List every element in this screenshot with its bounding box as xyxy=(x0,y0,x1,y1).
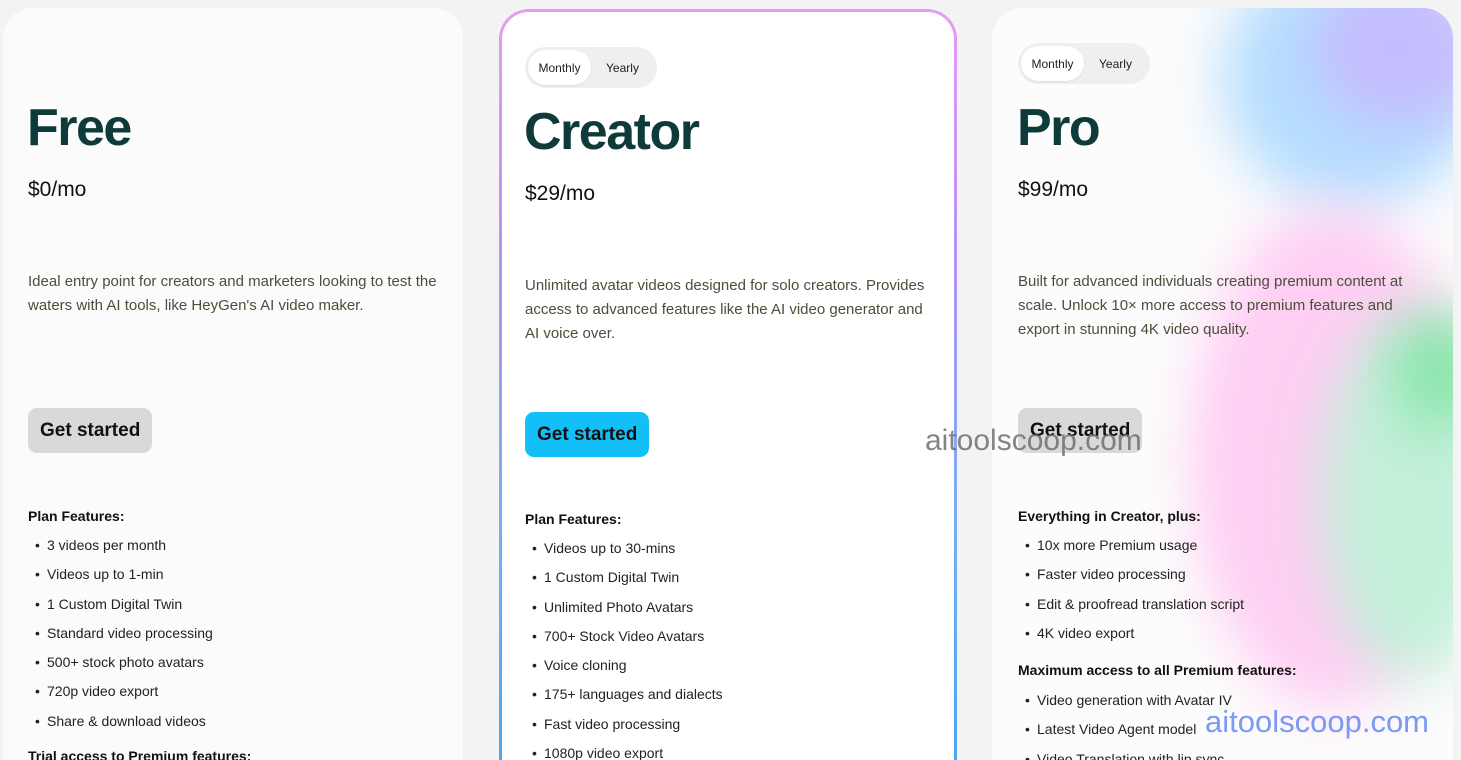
bullet-icon: • xyxy=(1025,692,1030,708)
billing-toggle: Monthly Yearly xyxy=(1018,43,1150,84)
list-item: • 10x more Premium usage xyxy=(1018,537,1244,566)
list-item: • Video Translation with lip sync xyxy=(1018,751,1232,760)
bullet-icon: • xyxy=(1025,537,1030,553)
feature-list: • Videos up to 30-mins • 1 Custom Digital … xyxy=(525,540,723,760)
list-item: • 1080p video export xyxy=(525,745,723,760)
plan-price: $99/mo xyxy=(1018,178,1089,201)
bullet-icon: • xyxy=(532,745,537,760)
bullet-icon: • xyxy=(1025,595,1030,612)
plan-title: Free xyxy=(27,99,132,157)
bullet-icon: • xyxy=(35,566,40,583)
bullet-icon: • xyxy=(532,569,537,586)
list-item: • Faster video processing xyxy=(1018,566,1244,595)
bullet-icon: • xyxy=(1025,624,1030,641)
list-item: • Standard video processing xyxy=(28,625,213,654)
features-heading: Plan Features: xyxy=(525,511,622,527)
bullet-icon: • xyxy=(532,540,537,556)
bullet-icon: • xyxy=(1025,566,1030,583)
toggle-yearly[interactable]: Yearly xyxy=(591,50,654,85)
list-item: • Latest Video Agent model xyxy=(1018,721,1232,750)
get-started-button[interactable]: Get started xyxy=(28,408,153,453)
list-item: • Edit & proofread translation script xyxy=(1018,596,1244,625)
bullet-icon: • xyxy=(35,595,40,612)
list-item: • 4K video export xyxy=(1018,625,1244,654)
get-started-button[interactable]: Get started xyxy=(525,412,650,457)
list-item: • 720p video export xyxy=(28,683,213,712)
list-item: • Fast video processing xyxy=(525,716,723,745)
features-heading: Everything in Creator, plus: xyxy=(1018,508,1201,524)
list-item: • 700+ Stock Video Avatars xyxy=(525,628,723,657)
bullet-icon: • xyxy=(35,537,40,553)
plan-description: Ideal entry point for creators and marke… xyxy=(28,273,437,314)
bullet-icon: • xyxy=(35,712,40,729)
premium-feature-list: • Video generation with Avatar IV • Latest… xyxy=(1018,692,1232,760)
bullet-icon: • xyxy=(532,598,537,615)
features-heading: Plan Features: xyxy=(28,508,125,524)
list-item: • Share & download videos xyxy=(28,713,213,742)
plan-description: Built for advanced individuals creating … xyxy=(1018,273,1403,338)
list-item: • 1 Custom Digital Twin xyxy=(28,596,213,625)
decorative-blob xyxy=(1222,8,1453,208)
toggle-monthly[interactable]: Monthly xyxy=(1021,46,1084,81)
list-item: • Unlimited Photo Avatars xyxy=(525,599,723,628)
get-started-button[interactable]: Get started xyxy=(1018,408,1143,453)
bullet-icon: • xyxy=(532,715,537,732)
bullet-icon: • xyxy=(35,654,40,671)
toggle-yearly[interactable]: Yearly xyxy=(1084,46,1147,81)
list-item: • 175+ languages and dialects xyxy=(525,686,723,715)
bullet-icon: • xyxy=(1025,750,1030,760)
bullet-icon: • xyxy=(532,627,537,644)
premium-features-heading: Maximum access to all Premium features: xyxy=(1018,662,1297,678)
plan-title: Pro xyxy=(1017,99,1101,157)
billing-toggle: Monthly Yearly xyxy=(525,47,657,88)
bullet-icon: • xyxy=(35,624,40,641)
plan-card-pro: Monthly Yearly Pro $99/mo Built for adva… xyxy=(992,8,1453,760)
decorative-blob xyxy=(1312,8,1453,128)
plan-price: $29/mo xyxy=(525,182,596,205)
bullet-icon: • xyxy=(532,686,537,703)
feature-list: • 3 videos per month • Videos up to 1-min … xyxy=(28,537,213,742)
list-item: • 1 Custom Digital Twin xyxy=(525,569,723,598)
premium-features-heading: Trial access to Premium features: xyxy=(28,748,252,760)
plan-card-free: Free $0/mo Ideal entry point for creator… xyxy=(3,8,463,760)
plan-price: $0/mo xyxy=(28,178,87,201)
toggle-monthly[interactable]: Monthly xyxy=(528,50,591,85)
list-item: • Voice cloning xyxy=(525,657,723,686)
list-item: • Video generation with Avatar IV xyxy=(1018,692,1232,721)
decorative-blob xyxy=(1322,318,1453,678)
list-item: • 500+ stock photo avatars xyxy=(28,654,213,683)
feature-list: • 10x more Premium usage • Faster video pr… xyxy=(1018,537,1244,654)
bullet-icon: • xyxy=(1025,721,1030,738)
plan-title: Creator xyxy=(524,103,700,161)
list-item: • Videos up to 1-min xyxy=(28,566,213,595)
bullet-icon: • xyxy=(532,657,537,674)
list-item: • 3 videos per month xyxy=(28,537,213,566)
list-item: • Videos up to 30-mins xyxy=(525,540,723,569)
plan-description: Unlimited avatar videos designed for sol… xyxy=(525,277,925,342)
bullet-icon: • xyxy=(35,683,40,700)
plan-card-creator: Monthly Yearly Creator $29/mo Unlimited … xyxy=(499,9,957,760)
